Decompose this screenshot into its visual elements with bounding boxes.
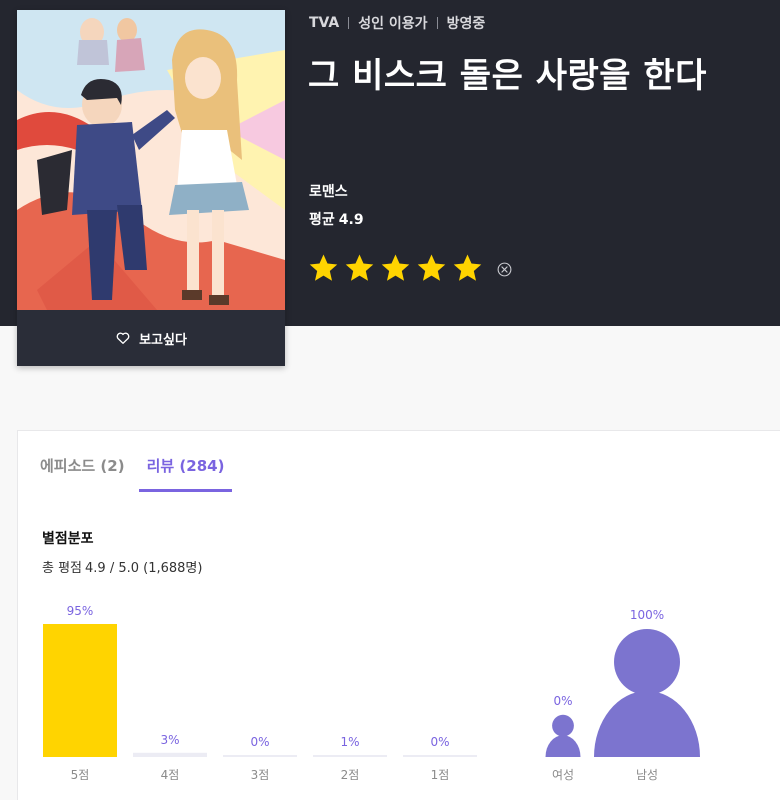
poster-card: 보고싶다 <box>17 10 285 366</box>
rating-bar-label: 1% <box>340 735 359 749</box>
heart-icon <box>116 332 130 344</box>
star-icon[interactable] <box>451 252 484 285</box>
rating-distribution-svg: 95% 5점 3% 4점 0% 3점 1% 2점 0% 1점 0% 여성 100% 남성 <box>43 604 700 782</box>
person-head-icon <box>552 714 574 737</box>
meta-divider <box>436 17 438 29</box>
page-title: 그 비스크 돌은 사랑을 한다 <box>308 56 707 96</box>
average-rating-value: 4.9 <box>338 212 364 228</box>
rating-category-label: 4점 <box>161 768 180 782</box>
wish-button[interactable]: 보고싶다 <box>17 310 285 366</box>
rating-bar-5 <box>43 624 117 757</box>
tab-reviews[interactable]: 리뷰 (284) <box>138 455 233 492</box>
tab-bar: 에피소드 (2) 리뷰 (284) <box>40 455 246 492</box>
average-rating: 평균 4.9 <box>309 209 364 229</box>
show-meta: TVA 성인 이용가 방영중 <box>309 13 485 33</box>
tab-episodes[interactable]: 에피소드 (2) <box>40 455 125 489</box>
gender-category-label: 여성 <box>552 768 574 782</box>
genre-label: 로맨스 <box>309 184 348 200</box>
rating-distribution-chart: 95% 5점 3% 4점 0% 3점 1% 2점 0% 1점 0% 여성 100% 남성 <box>18 581 780 800</box>
meta-format: TVA <box>309 15 340 31</box>
meta-divider <box>348 17 350 29</box>
average-rating-label: 평균 <box>309 212 335 228</box>
gender-category-label: 남성 <box>636 768 658 782</box>
rating-bar-label: 95% <box>67 604 94 618</box>
person-head-icon <box>614 629 680 695</box>
rating-bar-1 <box>403 755 477 757</box>
meta-status: 방영중 <box>446 16 486 32</box>
distribution-summary-label: 총 평점 <box>42 561 83 576</box>
person-body-icon <box>594 691 700 757</box>
rating-bar-4 <box>133 752 207 757</box>
gender-value-label: 100% <box>630 608 664 622</box>
person-body-icon <box>545 735 581 757</box>
rating-bar-label: 0% <box>430 735 449 749</box>
star-icon[interactable] <box>343 252 376 285</box>
rating-category-label: 1점 <box>431 768 450 782</box>
clear-rating-icon[interactable] <box>496 261 513 278</box>
wish-label: 보고싶다 <box>139 332 187 348</box>
rating-category-label: 5점 <box>71 768 90 782</box>
rating-bar-label: 0% <box>250 735 269 749</box>
rating-bar-2 <box>313 755 387 757</box>
review-panel: 에피소드 (2) 리뷰 (284) 별점분포 총 평점 4.9 / 5.0 (1,… <box>17 430 780 800</box>
distribution-summary-value: 4.9 / 5.0 (1,688명) <box>85 561 203 576</box>
gender-value-label: 0% <box>553 694 572 708</box>
star-icon[interactable] <box>415 252 448 285</box>
rating-category-label: 2점 <box>341 768 360 782</box>
rating-bar-label: 3% <box>160 733 179 747</box>
rating-category-label: 3점 <box>251 768 270 782</box>
star-icon[interactable] <box>307 252 340 285</box>
star-icon[interactable] <box>379 252 412 285</box>
rating-bar-3 <box>223 755 297 757</box>
distribution-summary: 총 평점 4.9 / 5.0 (1,688명) <box>42 557 205 576</box>
star-rating-input[interactable] <box>307 252 484 285</box>
meta-rating: 성인 이용가 <box>358 16 428 32</box>
distribution-title: 별점분포 <box>42 531 94 547</box>
poster-image[interactable] <box>17 10 285 310</box>
